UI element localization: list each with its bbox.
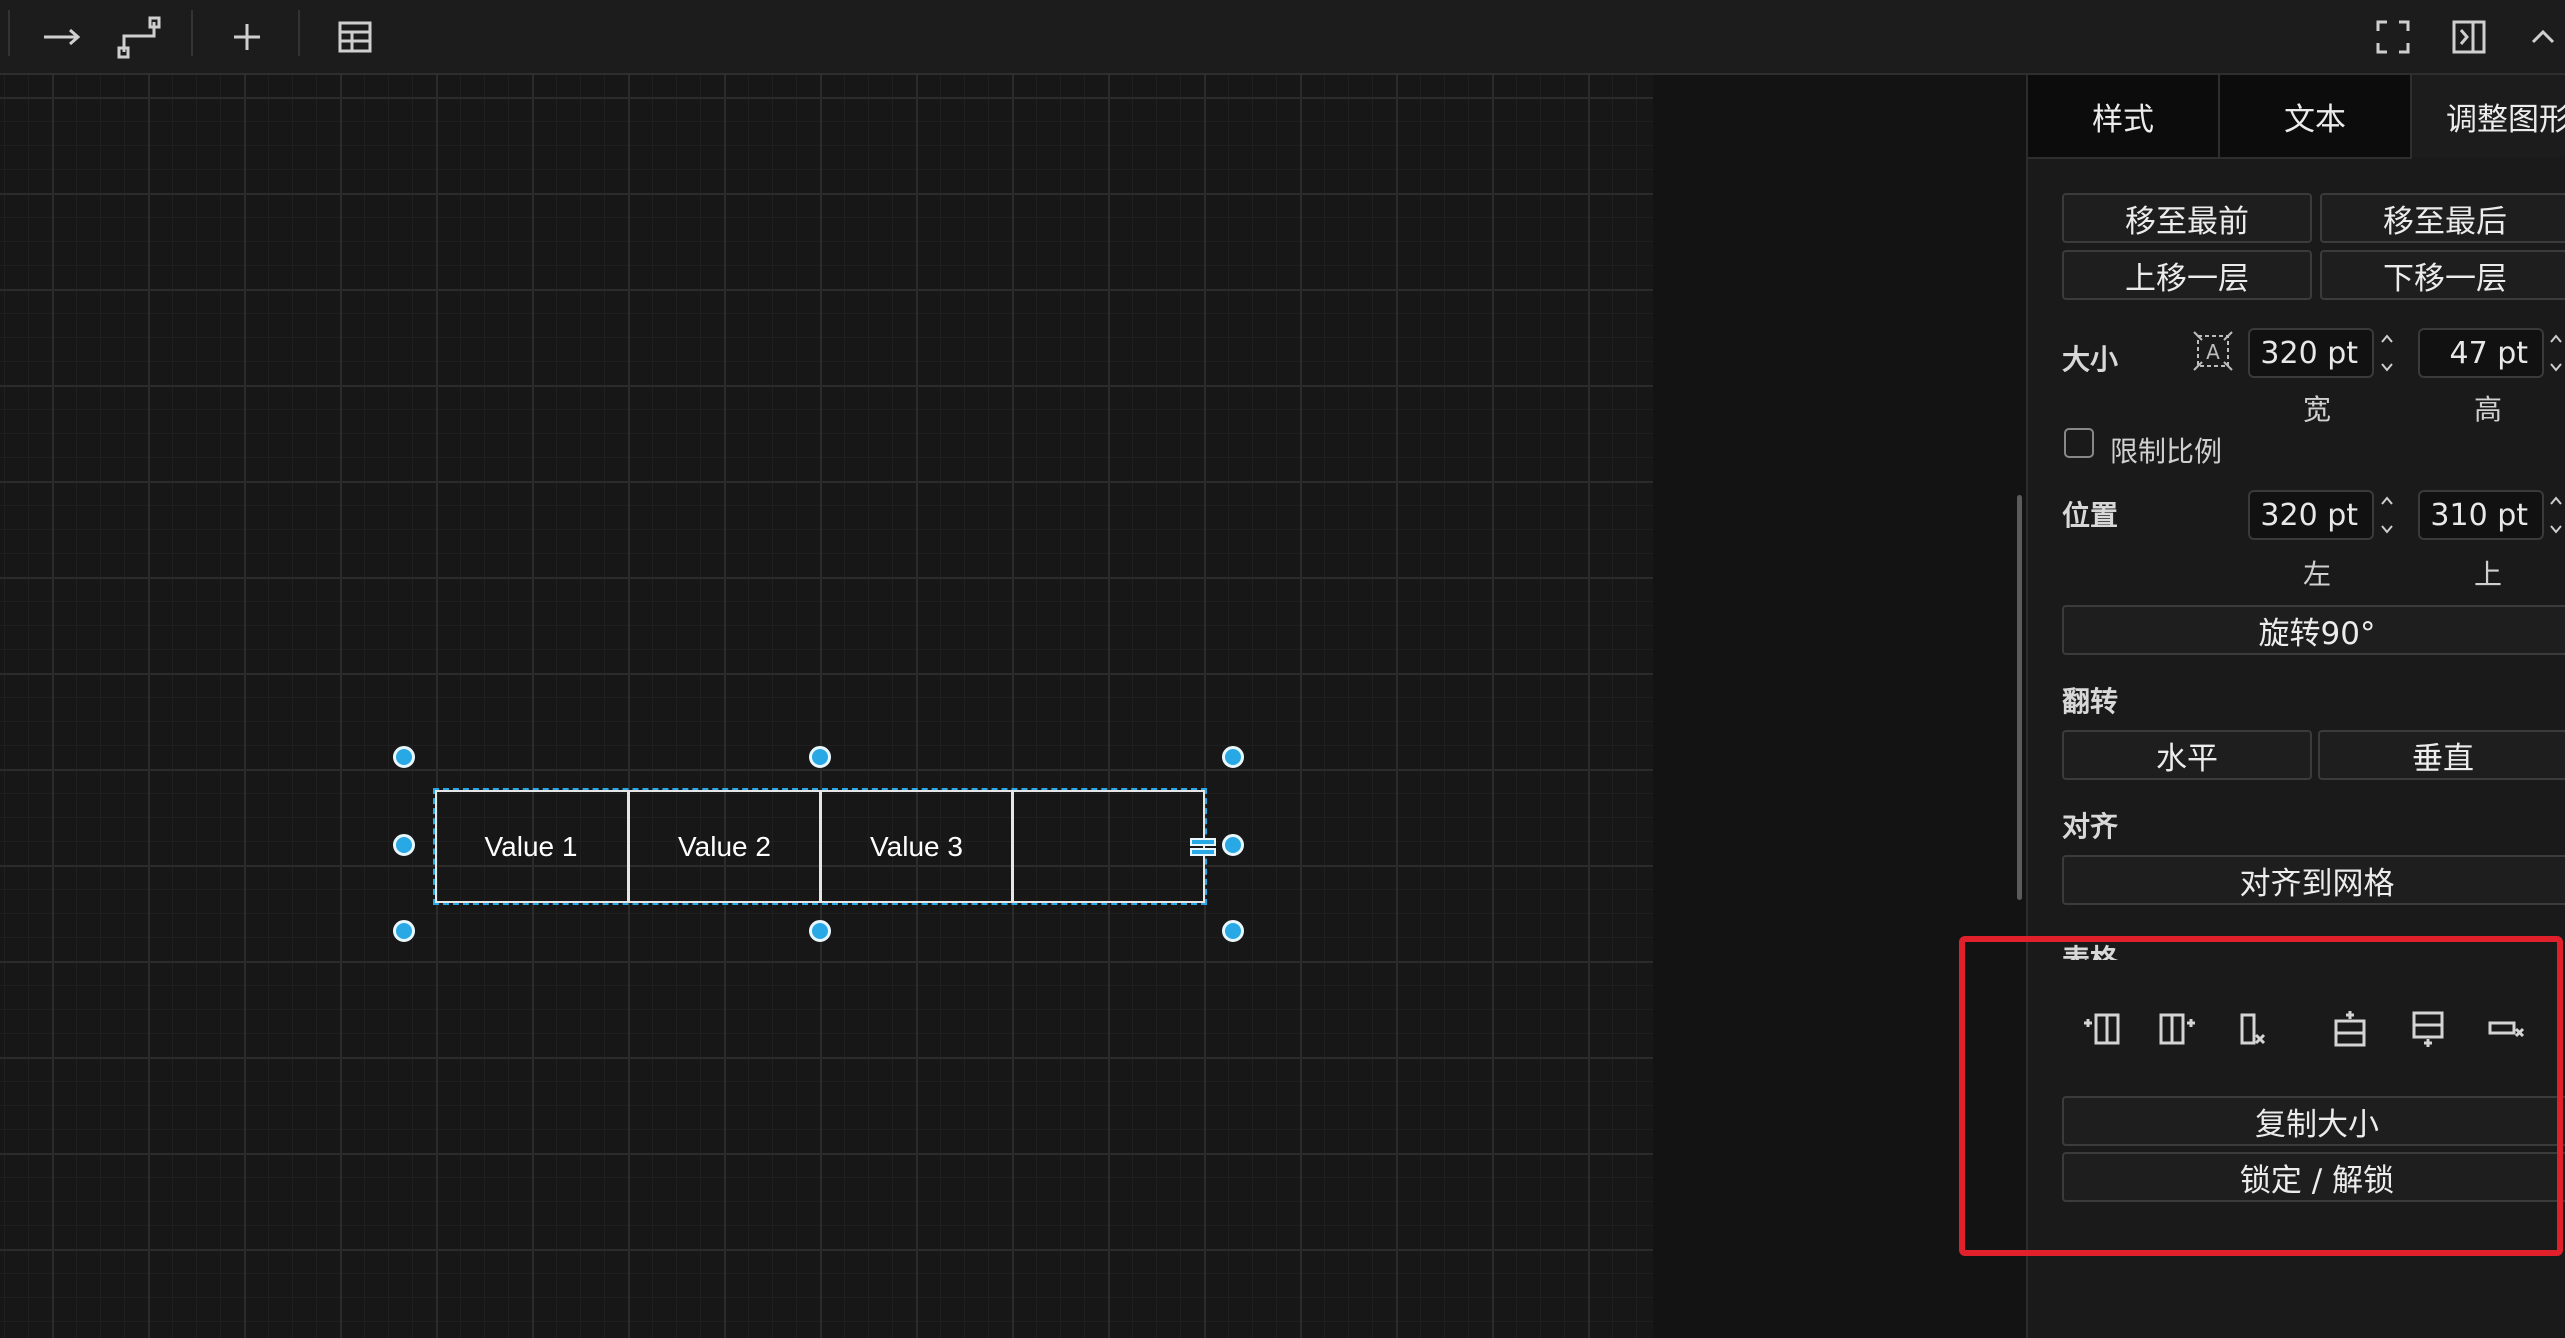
width-input[interactable]: 320 pt [2248, 328, 2374, 378]
flip-horizontal-button[interactable]: 水平 [2062, 730, 2312, 780]
toolbar-divider [191, 10, 193, 56]
height-label: 高 [2474, 393, 2503, 426]
resize-handle-s[interactable] [809, 920, 831, 942]
send-backward-button[interactable]: 下移一层 [2320, 250, 2565, 300]
resize-handle-sw[interactable] [393, 920, 415, 942]
resize-handle-nw[interactable] [393, 746, 415, 768]
flip-vertical-button[interactable]: 垂直 [2318, 730, 2565, 780]
table-icon[interactable] [330, 0, 380, 73]
left-input[interactable]: 320 pt [2248, 490, 2374, 540]
highlight-annotation [1959, 936, 2563, 1256]
width-label: 宽 [2303, 393, 2332, 426]
top-stepper[interactable] [2546, 490, 2565, 540]
resize-handle-ne[interactable] [1222, 746, 1244, 768]
format-panel-icon[interactable] [2444, 0, 2494, 73]
plus-icon[interactable] [222, 0, 272, 73]
to-back-button[interactable]: 移至最后 [2320, 193, 2565, 243]
top-input[interactable]: 310 pt [2418, 490, 2544, 540]
constrain-proportions-checkbox[interactable] [2064, 428, 2094, 458]
tab-style[interactable]: 样式 [2028, 75, 2220, 159]
chevron-up-icon[interactable] [2520, 0, 2565, 73]
table-cell[interactable] [1014, 790, 1205, 903]
table-cell[interactable]: Value 2 [630, 790, 819, 903]
left-stepper[interactable] [2376, 490, 2398, 540]
waypoint-connector-icon[interactable] [114, 0, 164, 73]
bring-forward-button[interactable]: 上移一层 [2062, 250, 2312, 300]
toolbar-divider [298, 10, 300, 56]
tab-arrange[interactable]: 调整图形 [2412, 75, 2565, 157]
toolbar [0, 0, 2565, 75]
scrollbar[interactable] [2017, 495, 2022, 900]
height-stepper[interactable] [2546, 328, 2565, 378]
align-label: 对齐 [2062, 810, 2119, 843]
resize-handle-e[interactable] [1222, 834, 1244, 856]
table-cell[interactable]: Value 1 [435, 790, 627, 903]
height-input[interactable]: 47 pt [2418, 328, 2544, 378]
svg-text:A: A [2206, 340, 2220, 364]
resize-handle-w[interactable] [393, 834, 415, 856]
autosize-icon[interactable]: A [2192, 330, 2234, 372]
flip-label: 翻转 [2062, 685, 2119, 718]
left-label: 左 [2303, 558, 2332, 591]
column-resize-icon[interactable] [1190, 836, 1216, 858]
diagram-canvas[interactable] [0, 75, 1653, 1338]
width-stepper[interactable] [2376, 328, 2398, 378]
fullscreen-icon[interactable] [2368, 0, 2418, 73]
table-cell[interactable]: Value 3 [822, 790, 1011, 903]
rotate-90-button[interactable]: 旋转90° [2062, 605, 2565, 655]
size-label: 大小 [2062, 343, 2119, 376]
snap-to-grid-button[interactable]: 对齐到网格 [2062, 855, 2565, 905]
position-label: 位置 [2062, 499, 2119, 532]
toolbar-divider [8, 10, 10, 56]
constrain-proportions-label: 限制比例 [2110, 435, 2223, 468]
tab-text[interactable]: 文本 [2220, 75, 2412, 159]
resize-handle-se[interactable] [1222, 920, 1244, 942]
resize-handle-n[interactable] [809, 746, 831, 768]
to-front-button[interactable]: 移至最前 [2062, 193, 2312, 243]
top-label: 上 [2474, 558, 2503, 591]
arrow-right-icon[interactable] [36, 0, 88, 73]
